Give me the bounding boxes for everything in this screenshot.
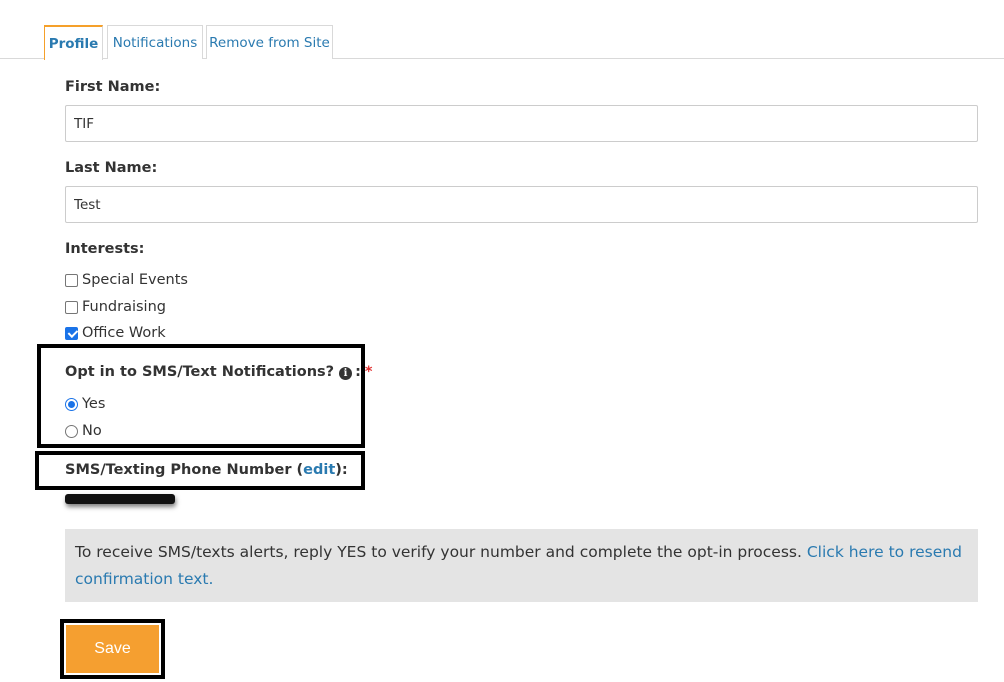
sms-optin-text: Opt in to SMS/Text Notifications? xyxy=(65,364,335,380)
notice-text: To receive SMS/texts alerts, reply YES t… xyxy=(75,543,802,561)
sms-optin-colon: : xyxy=(355,364,361,380)
tab-remove-from-site[interactable]: Remove from Site xyxy=(206,25,333,59)
special-events-label: Special Events xyxy=(82,272,188,288)
interest-fundraising[interactable]: Fundraising xyxy=(65,297,166,317)
tab-profile-label: Profile xyxy=(48,35,99,52)
tab-bar: Profile Notifications Remove from Site xyxy=(0,25,1004,60)
save-highlight-box: Save xyxy=(60,619,165,679)
no-label: No xyxy=(82,423,102,439)
tab-profile[interactable]: Profile xyxy=(44,25,103,60)
interest-office-work[interactable]: Office Work xyxy=(65,323,166,343)
office-work-label: Office Work xyxy=(82,325,166,341)
office-work-checkbox[interactable] xyxy=(65,326,78,340)
interests-label: Interests: xyxy=(65,241,145,257)
save-button[interactable]: Save xyxy=(66,625,159,673)
first-name-input[interactable] xyxy=(65,105,978,142)
phone-label-prefix: SMS/Texting Phone Number ( xyxy=(65,462,304,478)
redacted-phone-number xyxy=(65,494,175,504)
yes-label: Yes xyxy=(82,396,106,412)
no-radio[interactable] xyxy=(65,424,78,438)
fundraising-label: Fundraising xyxy=(82,299,166,315)
interest-special-events[interactable]: Special Events xyxy=(65,270,188,290)
tab-notifications-label: Notifications xyxy=(112,34,198,51)
sms-verification-notice: To receive SMS/texts alerts, reply YES t… xyxy=(65,529,978,602)
sms-optin-no[interactable]: No xyxy=(65,421,102,441)
tab-notifications[interactable]: Notifications xyxy=(107,25,203,59)
last-name-input[interactable] xyxy=(65,186,978,223)
info-icon[interactable]: i xyxy=(339,367,353,380)
fundraising-checkbox[interactable] xyxy=(65,300,78,314)
tab-remove-from-site-label: Remove from Site xyxy=(209,34,330,51)
phone-label-suffix: ): xyxy=(335,462,348,478)
required-asterisk: * xyxy=(364,364,373,380)
phone-number-label: SMS/Texting Phone Number (edit): xyxy=(65,462,348,478)
first-name-label: First Name: xyxy=(65,79,161,95)
phone-edit-link[interactable]: edit xyxy=(303,462,335,478)
yes-radio[interactable] xyxy=(65,397,78,411)
last-name-label: Last Name: xyxy=(65,160,158,176)
special-events-checkbox[interactable] xyxy=(65,273,78,287)
sms-optin-label: Opt in to SMS/Text Notifications? i: * xyxy=(65,364,372,380)
sms-optin-yes[interactable]: Yes xyxy=(65,394,105,414)
